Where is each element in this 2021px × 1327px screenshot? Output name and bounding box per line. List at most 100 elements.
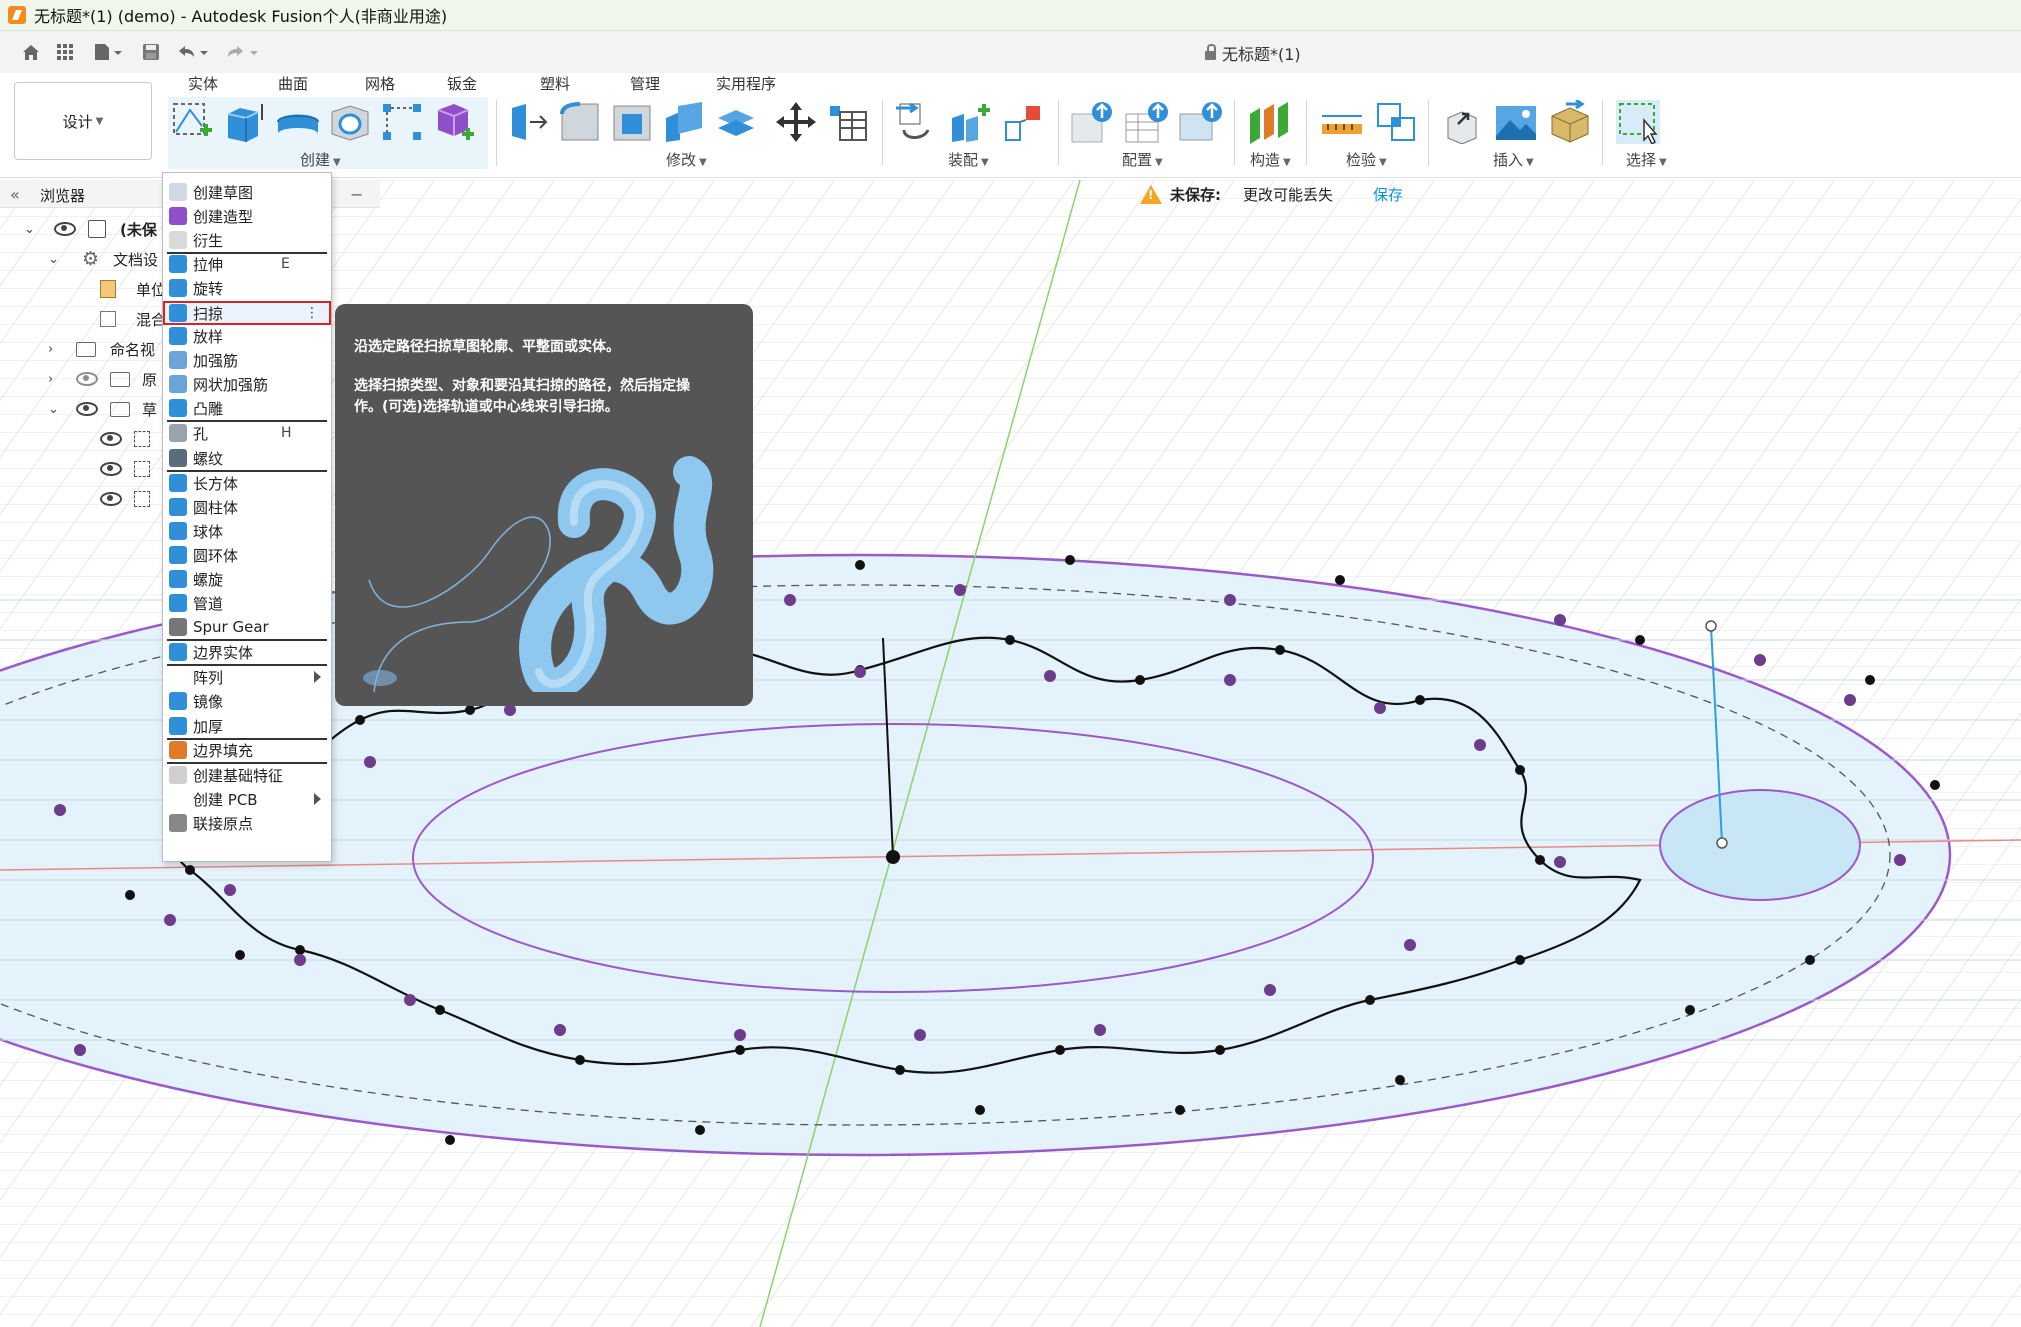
create-sketch-icon[interactable]	[170, 100, 214, 144]
menu-item[interactable]: 加厚	[163, 714, 331, 738]
offset-plane-icon[interactable]	[1248, 100, 1292, 144]
tab-plastic[interactable]: 塑料	[540, 73, 570, 94]
configure-icon[interactable]	[1070, 100, 1114, 144]
menu-item[interactable]: 放样	[163, 324, 331, 348]
offset-face-icon[interactable]	[714, 100, 758, 144]
hole-icon[interactable]	[328, 100, 372, 144]
menu-item[interactable]: 管道	[163, 591, 331, 615]
modify-group-label[interactable]: 修改 ▼	[666, 149, 707, 170]
more-options-icon[interactable]: ⋮	[305, 305, 319, 321]
menu-item[interactable]: 圆柱体	[163, 495, 331, 519]
menu-item[interactable]: 旋转	[163, 276, 331, 300]
minimize-browser-icon[interactable]: −	[350, 185, 363, 204]
browser-origin-row[interactable]: › 原	[48, 366, 157, 392]
sweep-path-start-point[interactable]	[1716, 837, 1728, 849]
grid-apps-icon[interactable]	[52, 37, 78, 67]
menu-item[interactable]: 联接原点	[163, 811, 331, 835]
eye-icon[interactable]	[76, 402, 98, 416]
fillet-icon[interactable]	[558, 100, 602, 144]
interference-icon[interactable]	[1374, 100, 1418, 144]
configure-table-icon[interactable]	[1124, 100, 1168, 144]
menu-item[interactable]: 拉伸 E	[163, 252, 331, 276]
tab-solid[interactable]: 实体	[188, 73, 219, 100]
as-built-joint-icon[interactable]	[1002, 100, 1046, 144]
configure-group-label[interactable]: 配置 ▼	[1122, 149, 1163, 170]
browser-sketch-item[interactable]	[100, 486, 150, 512]
browser-sketch-item[interactable]	[100, 456, 150, 482]
menu-item[interactable]: 创建基础特征	[163, 763, 331, 787]
insert-group-label[interactable]: 插入 ▼	[1493, 149, 1534, 170]
tab-utilities[interactable]: 实用程序	[716, 73, 776, 94]
eye-icon[interactable]	[54, 222, 76, 236]
menu-item[interactable]: 阵列	[163, 665, 331, 689]
physical-material-icon[interactable]	[826, 100, 870, 144]
joint-icon[interactable]	[948, 100, 992, 144]
browser-named-views-row[interactable]: › 命名视	[48, 336, 155, 362]
workspace-switcher[interactable]: 设计 ▼	[14, 82, 152, 160]
eye-icon[interactable]	[100, 432, 122, 446]
menu-item[interactable]: 长方体	[163, 471, 331, 495]
create-form-icon[interactable]	[432, 100, 476, 144]
sweep-path-end-point[interactable]	[1705, 620, 1717, 632]
menu-item[interactable]: 衍生	[163, 228, 331, 252]
undo-icon[interactable]	[172, 37, 212, 67]
browser-sketch-item[interactable]	[100, 426, 150, 452]
revolve-icon[interactable]	[276, 100, 320, 144]
menu-item[interactable]: 凸雕	[163, 396, 331, 420]
menu-item[interactable]: 边界实体	[163, 640, 331, 664]
chevron-down-icon[interactable]: ⌄	[48, 252, 64, 267]
select-icon[interactable]	[1616, 100, 1660, 144]
menu-item[interactable]: Spur Gear	[163, 615, 331, 639]
tab-sheet-metal[interactable]: 钣金	[447, 73, 477, 94]
extrude-icon[interactable]	[222, 100, 266, 144]
menu-item[interactable]: 球体	[163, 519, 331, 543]
menu-item[interactable]: 创建造型	[163, 204, 331, 228]
insert-derive-icon[interactable]	[1442, 100, 1486, 144]
menu-item[interactable]: 孔H	[163, 421, 331, 445]
home-icon[interactable]	[18, 37, 44, 67]
browser-root-row[interactable]: ⌄ (未保	[24, 216, 157, 242]
inspect-group-label[interactable]: 检验 ▼	[1346, 149, 1387, 170]
redo-icon[interactable]	[222, 37, 262, 67]
collapse-browser-icon[interactable]: «	[10, 185, 20, 204]
menu-item[interactable]: 网状加强筋	[163, 372, 331, 396]
press-pull-icon[interactable]	[506, 100, 550, 144]
chevron-right-icon[interactable]: ›	[48, 342, 64, 357]
eye-icon[interactable]	[100, 462, 122, 476]
shell-icon[interactable]	[610, 100, 654, 144]
combine-icon[interactable]	[662, 100, 706, 144]
menu-item[interactable]: 加强筋	[163, 348, 331, 372]
menu-item[interactable]: 扫掠 ⋮	[163, 301, 331, 325]
menu-item[interactable]: 镜像	[163, 689, 331, 713]
chevron-right-icon[interactable]: ›	[48, 372, 64, 387]
save-icon[interactable]	[138, 37, 164, 67]
insert-canvas-icon[interactable]	[1494, 100, 1538, 144]
menu-item[interactable]: 边界填充	[163, 738, 331, 762]
move-copy-icon[interactable]	[774, 100, 818, 144]
chevron-down-icon[interactable]: ⌄	[48, 402, 64, 417]
create-group-label[interactable]: 创建 ▼	[300, 149, 341, 170]
configure-view-icon[interactable]	[1178, 100, 1222, 144]
browser-doc-settings-row[interactable]: ⌄ ⚙ 文档设	[48, 246, 158, 272]
menu-item[interactable]: 圆环体	[163, 543, 331, 567]
tab-surface[interactable]: 曲面	[278, 73, 308, 94]
measure-icon[interactable]	[1320, 100, 1364, 144]
sketch-small-profile[interactable]	[1659, 789, 1861, 901]
insert-mesh-icon[interactable]	[1548, 100, 1592, 144]
construct-group-label[interactable]: 构造 ▼	[1250, 149, 1291, 170]
menu-item[interactable]: 螺纹	[163, 446, 331, 470]
browser-units-row[interactable]: 单位	[100, 276, 166, 302]
browser-sketches-row[interactable]: ⌄ 草	[48, 396, 157, 422]
assemble-group-label[interactable]: 装配 ▼	[948, 149, 989, 170]
eye-icon[interactable]	[100, 492, 122, 506]
select-group-label[interactable]: 选择 ▼	[1626, 149, 1667, 170]
menu-item[interactable]: 创建草图	[163, 180, 331, 204]
rectangular-pattern-icon[interactable]	[380, 100, 424, 144]
browser-blend-row[interactable]: 混合	[100, 306, 166, 332]
chevron-down-icon[interactable]: ⌄	[24, 222, 40, 237]
tab-manage[interactable]: 管理	[630, 73, 660, 94]
eye-hidden-icon[interactable]	[76, 372, 98, 386]
sketch-center-point[interactable]	[886, 850, 900, 864]
menu-item[interactable]: 螺旋	[163, 567, 331, 591]
file-menu-icon[interactable]	[88, 37, 128, 67]
